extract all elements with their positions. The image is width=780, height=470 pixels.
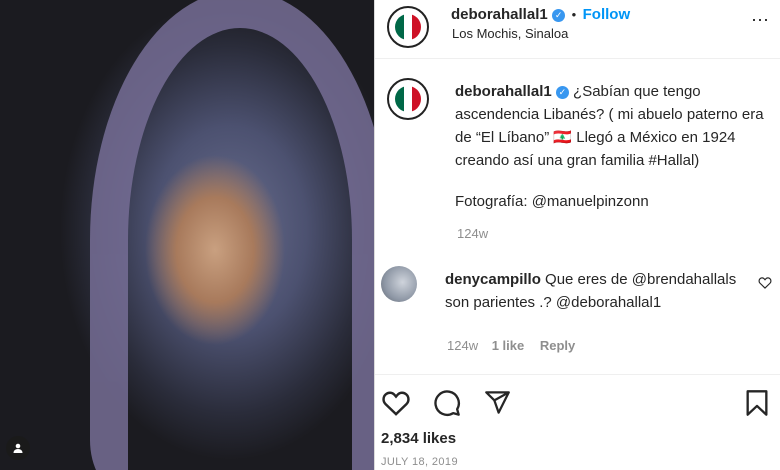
caption-block: deborahallal1 ✓ ¿Sabían que tengo ascend… [455, 80, 765, 172]
comment-username[interactable]: denycampillo [445, 271, 541, 288]
photo-hood-shape [90, 0, 374, 470]
caption-time: 124w [457, 226, 489, 241]
comment-block: denycampillo Que eres de @brendahallals … [445, 268, 755, 314]
mexico-flag-icon [395, 86, 421, 112]
caption-credit: Fotografía: @manuelpinzonn [455, 193, 649, 210]
commenter-avatar[interactable] [381, 266, 417, 302]
comments-scrollbar[interactable] [774, 58, 780, 378]
like-count[interactable]: 2,834 likes [381, 430, 456, 447]
author-avatar[interactable] [387, 6, 429, 48]
more-options-icon[interactable]: ⋯ [751, 10, 770, 31]
bookmark-icon[interactable] [744, 389, 770, 422]
actions-divider [375, 374, 780, 375]
post-side-panel: deborahallal1 ✓ • Follow Los Mochis, Sin… [375, 0, 780, 470]
person-tag-icon[interactable] [6, 436, 30, 460]
comment-icon[interactable] [432, 389, 462, 422]
follow-button[interactable]: Follow [583, 6, 631, 23]
caption-avatar[interactable] [387, 78, 429, 120]
comment-meta: 124w 1 like Reply [447, 338, 575, 353]
verified-badge-icon: ✓ [555, 86, 569, 99]
location-link[interactable]: Los Mochis, Sinaloa [452, 26, 568, 41]
post-header: deborahallal1 ✓ • Follow Los Mochis, Sin… [375, 0, 780, 59]
post-date: JULY 18, 2019 [381, 456, 458, 468]
mexico-flag-icon [395, 14, 421, 40]
comment-time: 124w [447, 338, 479, 353]
verified-badge-icon: ✓ [552, 9, 566, 22]
comment-likes[interactable]: 1 like [492, 338, 525, 353]
post-photo[interactable] [0, 0, 374, 470]
caption-username[interactable]: deborahallal1 [455, 83, 552, 100]
author-username[interactable]: deborahallal1 [451, 6, 548, 23]
paper-plane-icon[interactable] [483, 389, 512, 421]
header-separator: • [571, 7, 577, 22]
heart-icon[interactable] [381, 389, 411, 421]
comment-like-icon[interactable] [758, 276, 772, 294]
header-title-row: deborahallal1 ✓ • Follow [451, 6, 630, 24]
reply-button[interactable]: Reply [540, 338, 575, 353]
